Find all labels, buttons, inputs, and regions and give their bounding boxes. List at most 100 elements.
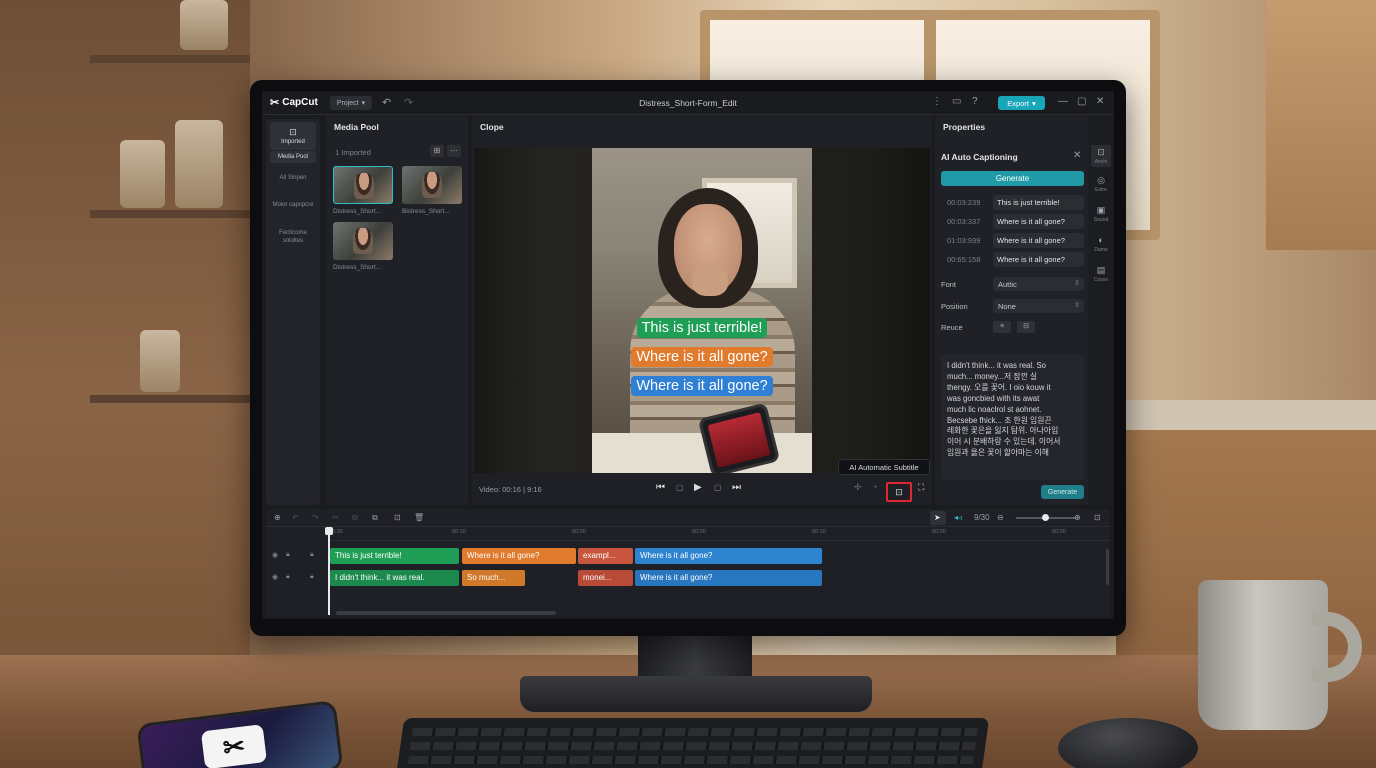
more-options-icon[interactable]: ⋯ [447, 145, 461, 157]
lock-icon[interactable]: 🔒︎ [286, 551, 290, 559]
play-icon[interactable]: ▶ [694, 482, 702, 493]
media-thumbnail[interactable] [333, 166, 393, 204]
video-preview[interactable]: This is just terrible! Where is it all g… [474, 148, 930, 473]
zoom-out-icon[interactable]: ⊖ [997, 513, 1004, 522]
generate-transcript-button[interactable]: Generate [1041, 485, 1084, 499]
nav-all[interactable]: All Sinpen [270, 174, 316, 182]
minimize-icon[interactable]: — [1058, 96, 1068, 107]
timeline-ruler[interactable]: 0:30 00:10 00:00 00:00 00:10 00:00 00:00 [326, 527, 1110, 541]
generate-button[interactable]: Generate [941, 171, 1084, 186]
caption-clip[interactable]: Where is it all gone? [462, 548, 576, 564]
frame-forward-icon[interactable]: ▢ [714, 483, 722, 492]
caption-text-field[interactable]: Where is it all gone? [993, 233, 1084, 248]
caption-clip[interactable]: So much... [462, 570, 525, 586]
caption-text-field[interactable]: Where is it all gone? [993, 214, 1084, 229]
capcut-app: ✂ CapCut Project ▾ ↶ ↷ Distress_Short-Fo… [262, 91, 1114, 619]
cursor-icon: ➤ [934, 513, 941, 522]
grid-view-icon[interactable]: ⊞ [430, 145, 444, 157]
zoom-slider-handle[interactable] [1042, 514, 1049, 521]
monitor-stand [638, 630, 752, 680]
split-icon[interactable]: ✂ [332, 513, 339, 522]
freeze-icon[interactable]: ⊡ [394, 513, 401, 522]
nav-more[interactable]: Moior capcpcre [270, 201, 316, 209]
caption-line[interactable]: Where is it all gone? [592, 347, 812, 367]
jar [140, 330, 180, 392]
bookshelf [0, 0, 250, 660]
nav-favorites[interactable]: Fecticome sololtes [270, 229, 316, 245]
frame-back-icon[interactable]: ▢ [676, 483, 684, 492]
caption-row[interactable]: 00:03:337 Where is it all gone? [941, 214, 1084, 229]
duplicate-icon[interactable]: ⧉ [372, 513, 378, 523]
ai-automatic-subtitle-button[interactable]: ⊡ [886, 482, 912, 502]
more-icon[interactable]: ⋮ [932, 96, 942, 107]
transcript-line: 임원과 옳은 꽃이 할아마는 이해 [947, 448, 1049, 458]
rnav-adjust[interactable]: ▤ Cosoo [1091, 265, 1111, 283]
transcript-textarea[interactable]: I didn't think... it was real. So much..… [941, 355, 1084, 480]
caption-clip[interactable]: Where is it all gone? [635, 570, 822, 586]
shortcut-icon[interactable]: ▭ [952, 96, 961, 107]
position-select[interactable]: None [993, 299, 1084, 313]
caption-row[interactable]: 00:65:158 Where is it all gone? [941, 252, 1084, 267]
help-icon[interactable]: ? [972, 96, 978, 107]
align-left-icon[interactable]: ≡ [993, 321, 1011, 333]
nav-imported[interactable]: ⊡ Imported [270, 122, 316, 151]
vertical-scrollbar[interactable] [1106, 549, 1109, 585]
visibility-icon[interactable]: ◉ [272, 551, 278, 559]
lock-icon[interactable]: 🔒︎ [310, 573, 314, 581]
fullscreen-icon[interactable]: ⛶ [918, 482, 924, 493]
font-select[interactable]: Auttic [993, 277, 1084, 291]
delete-icon[interactable]: 🗑 [414, 513, 424, 522]
horizontal-scrollbar[interactable] [336, 611, 556, 615]
fit-timeline-icon[interactable]: ⊡ [1094, 513, 1101, 522]
rnav-sound[interactable]: ▣ Sound [1091, 205, 1111, 223]
media-thumbnail[interactable] [333, 222, 393, 260]
player-title: Clope [480, 122, 504, 132]
caption-clip[interactable]: exampl... [578, 548, 633, 564]
snapshot-icon[interactable]: ◔ [872, 482, 877, 492]
crop-icon[interactable]: ✢ [854, 482, 862, 493]
nav-media-pool[interactable]: Media Pool [270, 151, 316, 164]
rnav-filters[interactable]: ◐ Dama [1091, 235, 1111, 253]
caption-text-field[interactable]: This is just terrible! [993, 195, 1084, 210]
caption-text-field[interactable]: Where is it all gone? [993, 252, 1084, 267]
maximize-icon[interactable]: ▢ [1077, 96, 1086, 107]
sound-icon: ▣ [1096, 205, 1106, 215]
skip-back-icon[interactable]: ⏮ [656, 482, 665, 493]
rnav-label: Sound [1093, 216, 1109, 223]
select-tool[interactable]: ➤ [930, 511, 946, 525]
transcript-line: 레화한 꽃은을 잃지 탐위. 아나아입 [947, 426, 1059, 436]
caption-clip[interactable]: monei... [578, 570, 633, 586]
copy-icon[interactable]: ⧉ [352, 513, 358, 523]
redo-icon[interactable]: ↷ [312, 513, 319, 522]
skip-forward-icon[interactable]: ⏭ [732, 482, 741, 493]
caption-time: 00:03:239 [947, 198, 981, 207]
close-window-icon[interactable]: ✕ [1096, 96, 1104, 107]
key-row [411, 728, 978, 736]
timeline-toolbar: ⊕ ↶ ↷ ✂ ⧉ ⧉ ⊡ 🗑 ➤ ◂◃ 9/30 ⊖ ⊕ ⊡ [266, 509, 1110, 527]
shelf-board [90, 210, 250, 218]
caption-text: This is just terrible! [636, 318, 768, 338]
export-button[interactable]: Export ▾ [998, 96, 1045, 110]
media-thumbnail[interactable] [402, 166, 462, 204]
video-info: Video: 00:16 | 9:16 [479, 485, 542, 494]
rnav-effects[interactable]: ◎ Extre [1091, 175, 1111, 193]
zoom-in-icon[interactable]: ⊕ [1074, 513, 1081, 522]
undo-icon[interactable]: ↶ [292, 513, 299, 522]
align-box-icon[interactable]: ⊟ [1017, 321, 1035, 333]
caption-row[interactable]: 01:03:939 Where is it all gone? [941, 233, 1084, 248]
lock-icon[interactable]: 🔒︎ [286, 573, 290, 581]
caption-clip[interactable]: I didn't think... it was real. [330, 570, 459, 586]
nav-label: All Sinpen [279, 175, 307, 181]
caption-clip[interactable]: This is just terrible! [330, 548, 459, 564]
caption-line[interactable]: Where is it all gone? [592, 376, 812, 396]
caption-clip[interactable]: Where is it all gone? [635, 548, 822, 564]
zoom-fit-icon[interactable]: ⊕ [274, 513, 281, 522]
caption-row[interactable]: 00:03:239 This is just terrible! [941, 195, 1084, 210]
playhead[interactable] [325, 527, 333, 615]
rnav-captions[interactable]: ⊡ Anchi [1091, 145, 1111, 168]
audio-sync-icon[interactable]: ◂◃ [954, 513, 962, 522]
visibility-icon[interactable]: ◉ [272, 573, 278, 581]
close-icon[interactable]: ✕ [1073, 150, 1081, 161]
caption-line[interactable]: This is just terrible! [592, 318, 812, 338]
lock-icon[interactable]: 🔒︎ [310, 551, 314, 559]
